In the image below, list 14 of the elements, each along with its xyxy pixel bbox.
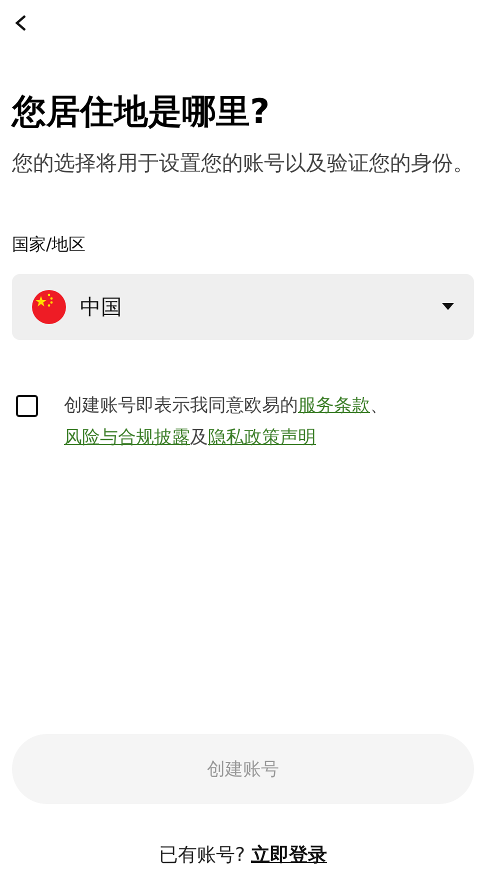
field-label: 国家/地区	[12, 234, 87, 256]
page-title: 您居住地是哪里?	[12, 92, 271, 133]
dropdown-caret-icon	[442, 303, 454, 310]
login-link[interactable]: 立即登录	[251, 844, 328, 866]
policy-link[interactable]: 风险与合规披露	[64, 426, 190, 448]
login-prompt: 已有账号? 立即登录	[158, 843, 328, 868]
agreement-checkbox[interactable]	[16, 394, 38, 417]
region-select[interactable]: 中国	[12, 274, 474, 340]
policy-link[interactable]: 服务条款	[298, 394, 370, 416]
agreement-text: 创建账号即表示我同意欧易的服务条款、 风险与合规披露及隐私政策声明	[64, 394, 389, 450]
back-icon	[14, 14, 28, 32]
policy-link[interactable]: 隐私政策声明	[208, 426, 316, 448]
flag-icon	[32, 290, 66, 324]
page-subtitle: 您的选择将用于设置您的账号以及验证您的身份。	[12, 150, 474, 177]
